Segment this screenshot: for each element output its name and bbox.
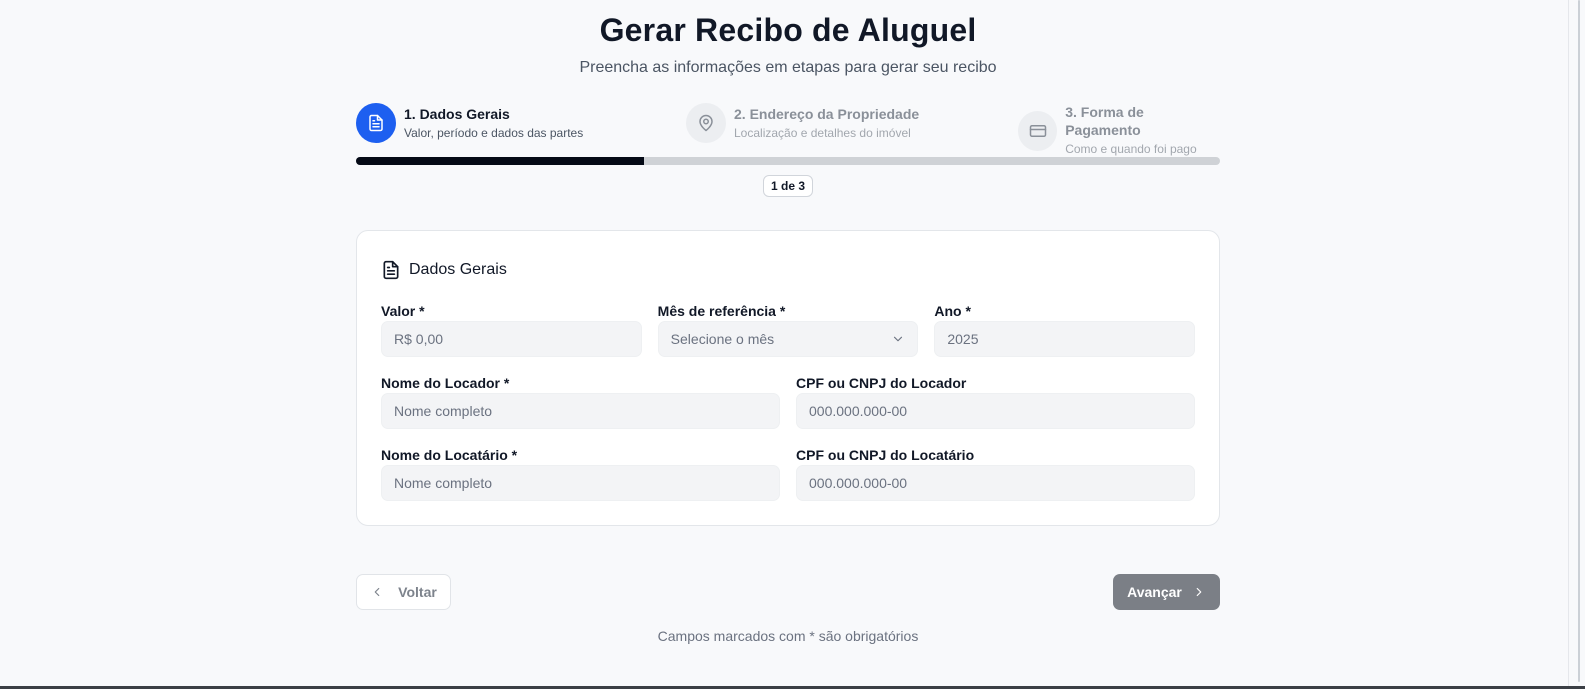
step-description: Valor, período e dados das partes <box>404 125 584 140</box>
step-dados-gerais[interactable]: 1. Dados Gerais Valor, período e dados d… <box>356 103 583 143</box>
step-endereco[interactable]: 2. Endereço da Propriedade Localização e… <box>686 103 919 143</box>
next-button[interactable]: Avançar <box>1113 574 1220 610</box>
locatario-nome-placeholder: Nome completo <box>394 475 493 491</box>
ano-value: 2025 <box>947 331 979 347</box>
document-icon <box>381 260 401 280</box>
locador-nome-input[interactable]: Nome completo <box>381 393 780 429</box>
locatario-doc-placeholder: 000.000.000-00 <box>809 475 908 491</box>
locador-nome-placeholder: Nome completo <box>394 403 493 419</box>
valor-input[interactable]: R$ 0,00 <box>381 321 642 357</box>
back-button[interactable]: Voltar <box>356 574 451 610</box>
card-title: Dados Gerais <box>409 261 507 278</box>
mes-select[interactable]: Selecione o mês <box>657 321 919 357</box>
stepper: 1. Dados Gerais Valor, período e dados d… <box>356 103 1220 156</box>
wizard-navigation: Voltar Avançar <box>356 574 1220 610</box>
locador-doc-input[interactable]: 000.000.000-00 <box>796 393 1195 429</box>
step-title: 2. Endereço da Propriedade <box>734 105 920 122</box>
locatario-nome-label: Nome do Locatário * <box>381 447 518 463</box>
ano-label: Ano * <box>934 303 971 319</box>
locador-doc-placeholder: 000.000.000-00 <box>809 403 908 419</box>
locatario-doc-input[interactable]: 000.000.000-00 <box>796 465 1195 501</box>
mes-label: Mês de referência * <box>657 303 786 319</box>
step-description: Como e quando foi pago <box>1065 142 1197 156</box>
progress-fill <box>356 157 644 165</box>
chevron-left-icon <box>370 585 384 599</box>
scrollbar-thumb[interactable] <box>1578 0 1580 682</box>
general-data-card: Dados Gerais Valor * R$ 0,00 Mês de refe… <box>356 230 1220 526</box>
valor-placeholder: R$ 0,00 <box>394 331 444 347</box>
page-title: Gerar Recibo de Aluguel <box>599 12 977 48</box>
document-icon <box>356 103 396 143</box>
valor-label: Valor * <box>381 303 425 319</box>
mes-placeholder: Selecione o mês <box>670 331 775 347</box>
progress-bar <box>356 157 1220 165</box>
locador-doc-label: CPF ou CNPJ do Locador <box>796 375 967 391</box>
back-label: Voltar <box>398 584 437 600</box>
credit-card-icon <box>1018 110 1058 151</box>
map-pin-icon <box>686 103 726 143</box>
ano-input[interactable]: 2025 <box>934 321 1196 357</box>
scrollbar[interactable] <box>1568 0 1585 689</box>
chevron-right-icon <box>1192 585 1206 599</box>
step-title: 3. Forma de Pagamento <box>1065 104 1144 138</box>
step-description: Localização e detalhes do imóvel <box>734 125 911 140</box>
locador-nome-label: Nome do Locador * <box>381 375 510 391</box>
required-fields-note: Campos marcados com * são obrigatórios <box>657 628 919 644</box>
step-pagamento[interactable]: 3. Forma de Pagamento Como e quando foi … <box>1018 103 1220 158</box>
locatario-nome-input[interactable]: Nome completo <box>381 465 780 501</box>
page-subtitle: Preencha as informações em etapas para g… <box>579 59 997 76</box>
receipt-wizard: Gerar Recibo de Aluguel Preencha as info… <box>356 0 1220 644</box>
chevron-down-icon <box>891 332 905 346</box>
next-label: Avançar <box>1127 584 1182 600</box>
step-counter-badge: 1 de 3 <box>762 175 814 197</box>
locatario-doc-label: CPF ou CNPJ do Locatário <box>796 447 975 463</box>
step-title: 1. Dados Gerais <box>404 105 510 122</box>
